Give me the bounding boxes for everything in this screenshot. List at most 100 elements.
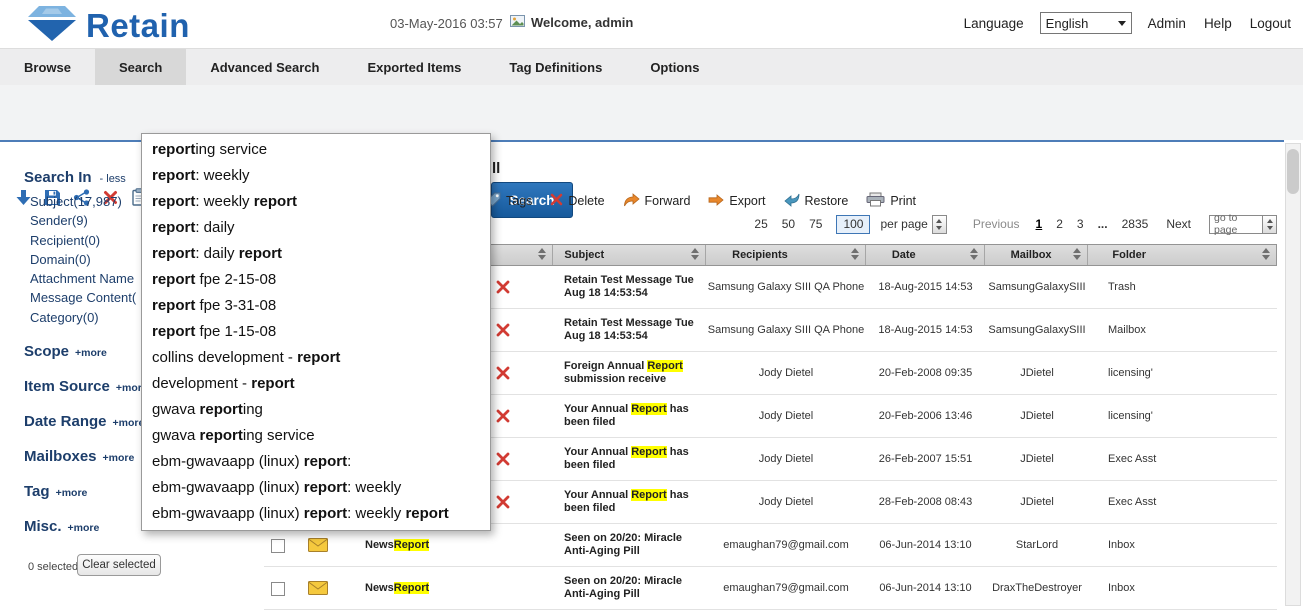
- search-suggestion[interactable]: report: daily: [142, 215, 490, 241]
- section-more-toggle[interactable]: +more: [75, 347, 107, 359]
- column-header-subject[interactable]: Subject: [553, 245, 706, 265]
- mailbox-cell: JDietel: [985, 395, 1089, 437]
- search-in-item[interactable]: Attachment Name: [30, 269, 136, 288]
- stepper-up-icon[interactable]: [936, 219, 942, 223]
- page-size-25[interactable]: 25: [754, 217, 767, 231]
- sort-arrows-icon[interactable]: [1073, 248, 1081, 260]
- sort-arrows-icon[interactable]: [691, 248, 699, 260]
- page-number-last[interactable]: 2835: [1122, 217, 1149, 231]
- stepper-down-icon[interactable]: [936, 226, 942, 230]
- search-suggestion[interactable]: collins development - report: [142, 345, 490, 371]
- section-title: Item Source: [24, 378, 110, 395]
- search-suggestion[interactable]: development - report: [142, 371, 490, 397]
- header-link-help[interactable]: Help: [1204, 16, 1232, 31]
- highlighted-term: Report: [394, 539, 429, 551]
- search-suggestion[interactable]: report: weekly: [142, 163, 490, 189]
- page-size-100-selected[interactable]: 100: [836, 215, 870, 234]
- tab-options[interactable]: Options: [626, 49, 723, 85]
- delete-x-icon: [550, 193, 563, 209]
- sort-arrows-icon[interactable]: [970, 248, 978, 260]
- sort-arrows-icon[interactable]: [1262, 248, 1270, 260]
- goto-page-stepper[interactable]: [1262, 215, 1277, 234]
- datetime-label: 03-May-2016 03:57: [390, 16, 503, 31]
- sidebar-section-daterange[interactable]: Date Range+more: [24, 413, 144, 430]
- action-print-button[interactable]: Print: [866, 192, 916, 210]
- section-more-toggle[interactable]: +more: [103, 452, 135, 464]
- column-header-folder[interactable]: Folder: [1088, 245, 1276, 265]
- tab-browse[interactable]: Browse: [0, 49, 95, 85]
- table-row[interactable]: News ReportSeen on 20/20: Miracle Anti-A…: [264, 567, 1277, 610]
- column-header-mailbox[interactable]: Mailbox: [985, 245, 1089, 265]
- row-checkbox[interactable]: [271, 582, 285, 596]
- stepper-up-icon[interactable]: [1267, 219, 1273, 223]
- scrollbar-thumb[interactable]: [1287, 149, 1299, 194]
- column-header-recipients[interactable]: Recipients: [706, 245, 866, 265]
- action-delete-button[interactable]: Delete: [550, 193, 604, 209]
- search-in-item[interactable]: Domain(0): [30, 250, 136, 269]
- search-suggestion[interactable]: reporting service: [142, 137, 490, 163]
- page-number-3[interactable]: 3: [1077, 217, 1084, 231]
- sort-arrows-icon[interactable]: [538, 248, 546, 260]
- header-link-logout[interactable]: Logout: [1250, 16, 1291, 31]
- search-suggestion[interactable]: gwava reporting service: [142, 423, 490, 449]
- search-suggestion[interactable]: report fpe 3-31-08: [142, 293, 490, 319]
- language-select[interactable]: English: [1040, 12, 1132, 34]
- row-checkbox[interactable]: [271, 539, 285, 553]
- search-suggestion[interactable]: ebm-gwavaapp (linux) report: weekly repo…: [142, 501, 490, 527]
- date-cell: 06-Jun-2014 13:10: [866, 524, 985, 566]
- section-more-toggle[interactable]: +more: [56, 487, 88, 499]
- envelope-icon: [308, 538, 328, 557]
- search-in-item[interactable]: Recipient(0): [30, 231, 136, 250]
- action-forward-button[interactable]: Forward: [623, 193, 691, 210]
- action-tags-button[interactable]: Tags: [486, 192, 532, 210]
- tab-search[interactable]: Search: [95, 49, 186, 85]
- previous-page-button[interactable]: Previous: [973, 217, 1020, 231]
- tab-tag-definitions[interactable]: Tag Definitions: [485, 49, 626, 85]
- search-suggestion[interactable]: ebm-gwavaapp (linux) report:: [142, 449, 490, 475]
- search-in-item[interactable]: Message Content(: [30, 288, 136, 307]
- date-cell: 20-Feb-2008 09:35: [866, 352, 985, 394]
- subject-cell: Seen on 20/20: Miracle Anti-Aging Pill: [564, 524, 706, 566]
- section-more-toggle[interactable]: +more: [68, 522, 100, 534]
- recipients-cell: emaughan79@gmail.com: [706, 524, 866, 566]
- search-in-item[interactable]: Category(0): [30, 308, 136, 327]
- page-number-1[interactable]: 1: [1036, 217, 1043, 231]
- deleted-status-icon: [496, 266, 510, 308]
- folder-cell: Inbox: [1108, 524, 1268, 566]
- sidebar-section-mailboxes[interactable]: Mailboxes+more: [24, 448, 134, 465]
- sidebar-section-tag[interactable]: Tag+more: [24, 483, 87, 500]
- printer-icon: [866, 192, 885, 210]
- search-suggestion[interactable]: report fpe 1-15-08: [142, 319, 490, 345]
- stepper-down-icon[interactable]: [1267, 226, 1273, 230]
- page-number-2[interactable]: 2: [1056, 217, 1063, 231]
- section-more-toggle[interactable]: +more: [113, 417, 145, 429]
- search-suggestion[interactable]: ebm-gwavaapp (linux) report: weekly: [142, 475, 490, 501]
- tab-exported-items[interactable]: Exported Items: [343, 49, 485, 85]
- sort-arrows-icon[interactable]: [851, 248, 859, 260]
- next-page-button[interactable]: Next: [1166, 217, 1191, 231]
- highlighted-term: Report: [394, 582, 429, 594]
- search-in-less-toggle[interactable]: - less: [100, 173, 126, 185]
- header-link-admin[interactable]: Admin: [1148, 16, 1186, 31]
- tab-advanced-search[interactable]: Advanced Search: [186, 49, 343, 85]
- clear-selected-button[interactable]: Clear selected: [77, 554, 161, 576]
- action-export-button[interactable]: Export: [708, 194, 765, 209]
- per-page-stepper[interactable]: [932, 215, 947, 234]
- search-suggestion[interactable]: report: weekly report: [142, 189, 490, 215]
- sidebar-section-itemsource[interactable]: Item Source+more: [24, 378, 148, 395]
- search-suggestion[interactable]: report fpe 2-15-08: [142, 267, 490, 293]
- action-restore-button[interactable]: Restore: [784, 193, 849, 210]
- page-size-50[interactable]: 50: [782, 217, 795, 231]
- search-in-item[interactable]: Sender(9): [30, 211, 136, 230]
- sidebar-section-misc[interactable]: Misc.+more: [24, 518, 99, 535]
- vertical-scrollbar[interactable]: [1285, 143, 1301, 606]
- column-header-date[interactable]: Date: [866, 245, 985, 265]
- forward-arrow-icon: [623, 193, 640, 210]
- search-suggestion[interactable]: gwava reporting: [142, 397, 490, 423]
- search-suggestion[interactable]: report: daily report: [142, 241, 490, 267]
- search-in-item[interactable]: Subject(17,987): [30, 192, 136, 211]
- goto-page-input[interactable]: go to page: [1209, 215, 1263, 234]
- search-in-heading[interactable]: Search In- less: [24, 169, 126, 186]
- sidebar-section-scope[interactable]: Scope+more: [24, 343, 107, 360]
- page-size-75[interactable]: 75: [809, 217, 822, 231]
